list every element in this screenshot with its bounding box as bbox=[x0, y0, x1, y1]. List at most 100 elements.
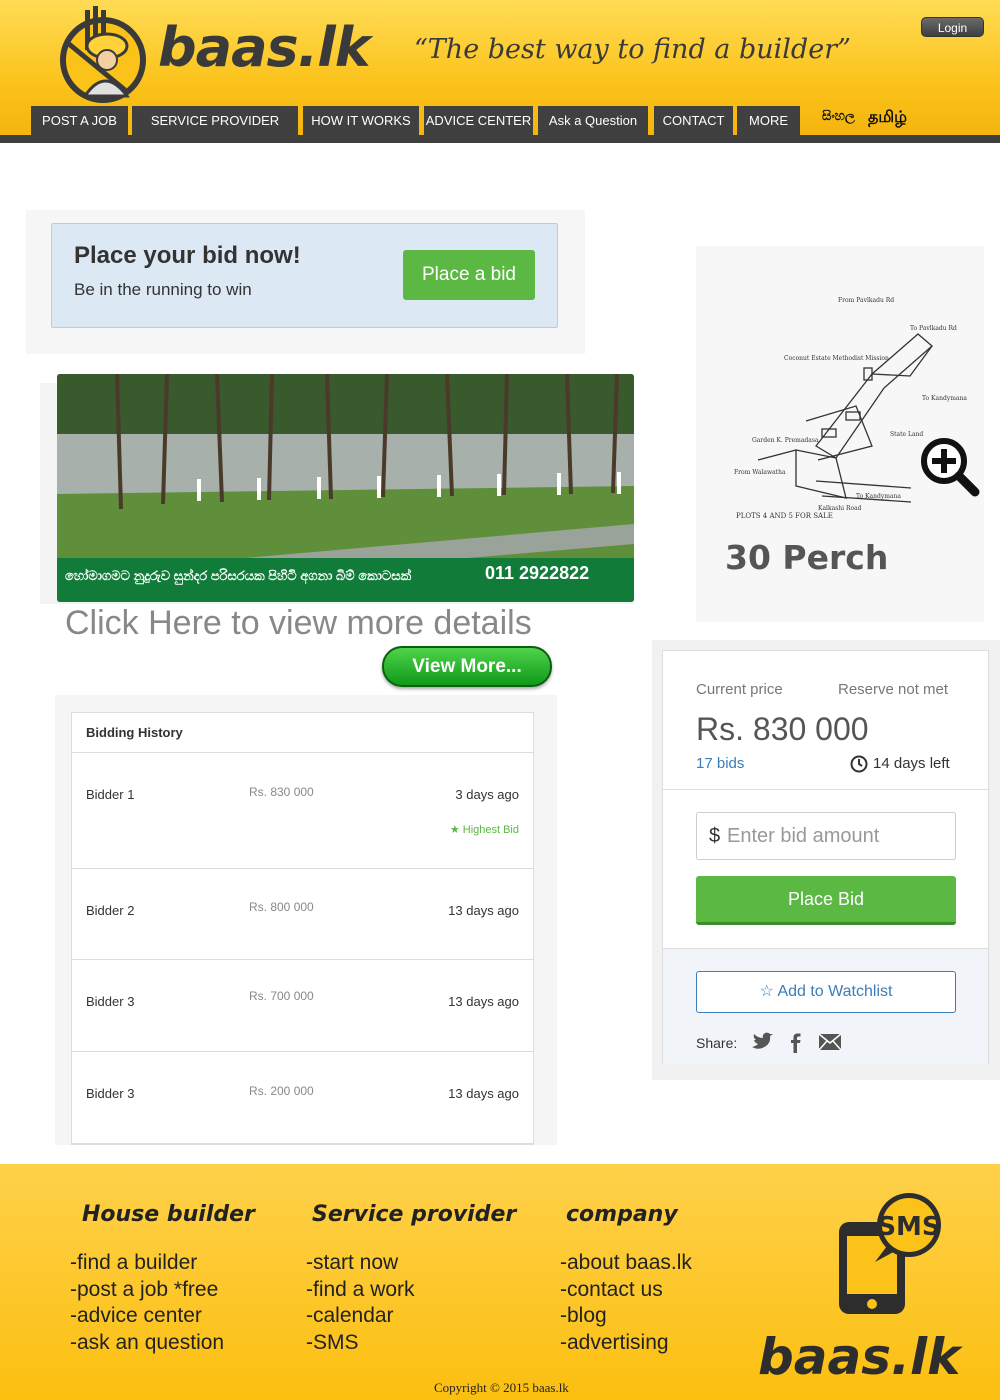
footer-link[interactable]: -find a builder bbox=[70, 1250, 224, 1277]
place-bid-button[interactable]: Place Bid bbox=[696, 876, 956, 925]
footer-links-company: -about baas.lk -contact us -blog -advert… bbox=[560, 1250, 692, 1356]
map-label: Coconut Estate Methodist Mission bbox=[784, 355, 889, 362]
view-more-button[interactable]: View More... bbox=[382, 646, 552, 687]
twitter-icon[interactable] bbox=[749, 1029, 775, 1055]
table-row: Bidder 2 Rs. 800 000 13 days ago bbox=[72, 869, 533, 960]
map-label: Kalkashi Road bbox=[818, 505, 862, 512]
footer-logo[interactable]: baas.lk bbox=[758, 1328, 960, 1386]
bidding-history-title: Bidding History bbox=[72, 713, 533, 753]
price-card: Current price Reserve not met Rs. 830 00… bbox=[662, 650, 989, 1064]
footer-heading-house-builder: House builder bbox=[82, 1202, 255, 1227]
login-button[interactable]: Login bbox=[921, 17, 984, 37]
bid-prompt-title: Place your bid now! bbox=[74, 242, 301, 269]
footer-link[interactable]: -post a job *free bbox=[70, 1277, 224, 1304]
current-price: Rs. 830 000 bbox=[696, 711, 869, 747]
main-nav: POST A JOB SERVICE PROVIDER START HOW IT… bbox=[0, 106, 1000, 158]
footer-link[interactable]: -advice center bbox=[70, 1303, 224, 1330]
banner-caption-strip: හෝමාගමට නුදුරුව සුන්දර පරිසරයක පිහිටි අග… bbox=[57, 558, 634, 602]
footer-link[interactable]: -calendar bbox=[306, 1303, 415, 1330]
place-a-bid-button[interactable]: Place a bid bbox=[403, 250, 535, 300]
bid-prompt-panel: Place your bid now! Be in the running to… bbox=[26, 210, 585, 354]
footer-link[interactable]: -advertising bbox=[560, 1330, 692, 1357]
bid-count-link[interactable]: 17 bids bbox=[696, 755, 744, 772]
site-header: baas.lk “The best way to find a builder”… bbox=[0, 0, 1000, 158]
bidder-name: Bidder 3 bbox=[86, 1086, 135, 1101]
bid-amount: Rs. 700 000 bbox=[249, 989, 314, 1003]
sms-label: SMS bbox=[877, 1212, 940, 1242]
footer-link[interactable]: -start now bbox=[306, 1250, 415, 1277]
time-left: 14 days left bbox=[873, 755, 950, 772]
current-price-label: Current price bbox=[696, 681, 783, 698]
zoom-in-icon[interactable] bbox=[918, 435, 980, 497]
bidding-history-table: Bidding History Bidder 1 Rs. 830 000 3 d… bbox=[71, 712, 534, 1145]
nav-item-ask-a-question[interactable]: Ask a Question bbox=[538, 106, 648, 139]
bidding-history-panel: Bidding History Bidder 1 Rs. 830 000 3 d… bbox=[55, 695, 557, 1145]
nav-item-contact[interactable]: CONTACT bbox=[654, 106, 733, 139]
tagline: “The best way to find a builder” bbox=[414, 34, 851, 65]
builder-logo-icon[interactable] bbox=[55, 4, 155, 104]
footer-link[interactable]: -about baas.lk bbox=[560, 1250, 692, 1277]
bid-time: 3 days ago bbox=[455, 787, 519, 802]
lang-sinhala-link[interactable]: සිංහල bbox=[822, 108, 855, 124]
map-label: To Pavlkadu Rd bbox=[910, 325, 957, 332]
bid-time: 13 days ago bbox=[448, 903, 519, 918]
footer-heading-company: company bbox=[566, 1202, 678, 1227]
table-row: Bidder 1 Rs. 830 000 3 days ago ★ Highes… bbox=[72, 753, 533, 869]
bid-time: 13 days ago bbox=[448, 994, 519, 1009]
plot-map-sketch: From Pavlkadu Rd To Pavlkadu Rd Coconut … bbox=[734, 297, 967, 520]
add-to-watchlist-button[interactable]: ☆ Add to Watchlist bbox=[696, 971, 956, 1013]
map-label: Garden K. Premadasa bbox=[752, 437, 819, 444]
bidder-name: Bidder 3 bbox=[86, 994, 135, 1009]
banner-phone: 011 2922822 bbox=[485, 563, 590, 583]
map-label: From Walawatha bbox=[734, 469, 786, 476]
nav-item-post-a-job[interactable]: POST A JOB bbox=[31, 106, 128, 139]
map-label: To Kandymana bbox=[922, 395, 967, 402]
nav-item-service-provider-start[interactable]: SERVICE PROVIDER START bbox=[132, 106, 298, 158]
bid-amount-input[interactable] bbox=[727, 820, 947, 852]
price-card-panel: Current price Reserve not met Rs. 830 00… bbox=[652, 640, 1000, 1080]
footer-link[interactable]: -ask an question bbox=[70, 1330, 224, 1357]
plot-area-label: 30 Perch bbox=[725, 538, 889, 577]
share-label: Share: bbox=[696, 1035, 738, 1051]
nav-item-how-it-works[interactable]: HOW IT WORKS bbox=[303, 106, 419, 139]
footer-heading-service-provider: Service provider bbox=[312, 1202, 517, 1227]
table-row: Bidder 3 Rs. 700 000 13 days ago bbox=[72, 960, 533, 1052]
lang-tamil-link[interactable]: தமிழ் bbox=[868, 108, 907, 128]
footer-links-service-provider: -start now -find a work -calendar -SMS bbox=[306, 1250, 415, 1356]
footer-link[interactable]: -SMS bbox=[306, 1330, 415, 1357]
bid-prompt-subtitle: Be in the running to win bbox=[74, 280, 252, 299]
bidder-name: Bidder 1 bbox=[86, 787, 135, 802]
plot-sale-label: PLOTS 4 AND 5 FOR SALE bbox=[736, 512, 833, 520]
bid-prompt-box: Place your bid now! Be in the running to… bbox=[51, 223, 558, 328]
card-divider bbox=[663, 789, 988, 790]
reserve-status: Reserve not met bbox=[838, 681, 949, 698]
more-details-link[interactable]: Click Here to view more details bbox=[65, 604, 532, 643]
nav-item-advice-center[interactable]: ADVICE CENTER bbox=[424, 106, 533, 139]
footer-link[interactable]: -blog bbox=[560, 1303, 692, 1330]
site-footer: House builder -find a builder -post a jo… bbox=[0, 1164, 1000, 1400]
bid-amount: Rs. 200 000 bbox=[249, 1084, 314, 1098]
footer-link[interactable]: -find a work bbox=[306, 1277, 415, 1304]
map-label: From Pavlkadu Rd bbox=[838, 297, 894, 304]
map-label: To Kandymana bbox=[856, 493, 901, 500]
clock-icon bbox=[850, 755, 868, 773]
bid-amount: Rs. 800 000 bbox=[249, 900, 314, 914]
footer-links-house-builder: -find a builder -post a job *free -advic… bbox=[70, 1250, 224, 1356]
logo-text[interactable]: baas.lk bbox=[158, 16, 371, 79]
bid-time: 13 days ago bbox=[448, 1086, 519, 1101]
banner-caption: හෝමාගමට නුදුරුව සුන්දර පරිසරයක පිහිටි අග… bbox=[65, 568, 412, 583]
bid-amount: Rs. 830 000 bbox=[249, 785, 314, 799]
nav-item-more[interactable]: MORE bbox=[737, 106, 800, 139]
email-icon[interactable] bbox=[817, 1029, 843, 1055]
copyright: Copyright © 2015 baas.lk bbox=[434, 1380, 569, 1395]
bidder-name: Bidder 2 bbox=[86, 903, 135, 918]
table-row: Bidder 3 Rs. 200 000 13 days ago bbox=[72, 1052, 533, 1144]
land-banner[interactable]: හෝමාගමට නුදුරුව සුන්දර පරිසරයක පිහිටි අග… bbox=[57, 374, 634, 602]
watchlist-share-section: ☆ Add to Watchlist Share: bbox=[663, 948, 988, 1064]
sms-phone-icon[interactable]: SMS bbox=[835, 1192, 955, 1317]
facebook-icon[interactable] bbox=[783, 1029, 809, 1055]
highest-bid-badge: ★ Highest Bid bbox=[449, 824, 519, 836]
currency-symbol: $ bbox=[709, 825, 721, 847]
footer-link[interactable]: -contact us bbox=[560, 1277, 692, 1304]
bid-amount-field[interactable]: $ bbox=[696, 812, 956, 860]
